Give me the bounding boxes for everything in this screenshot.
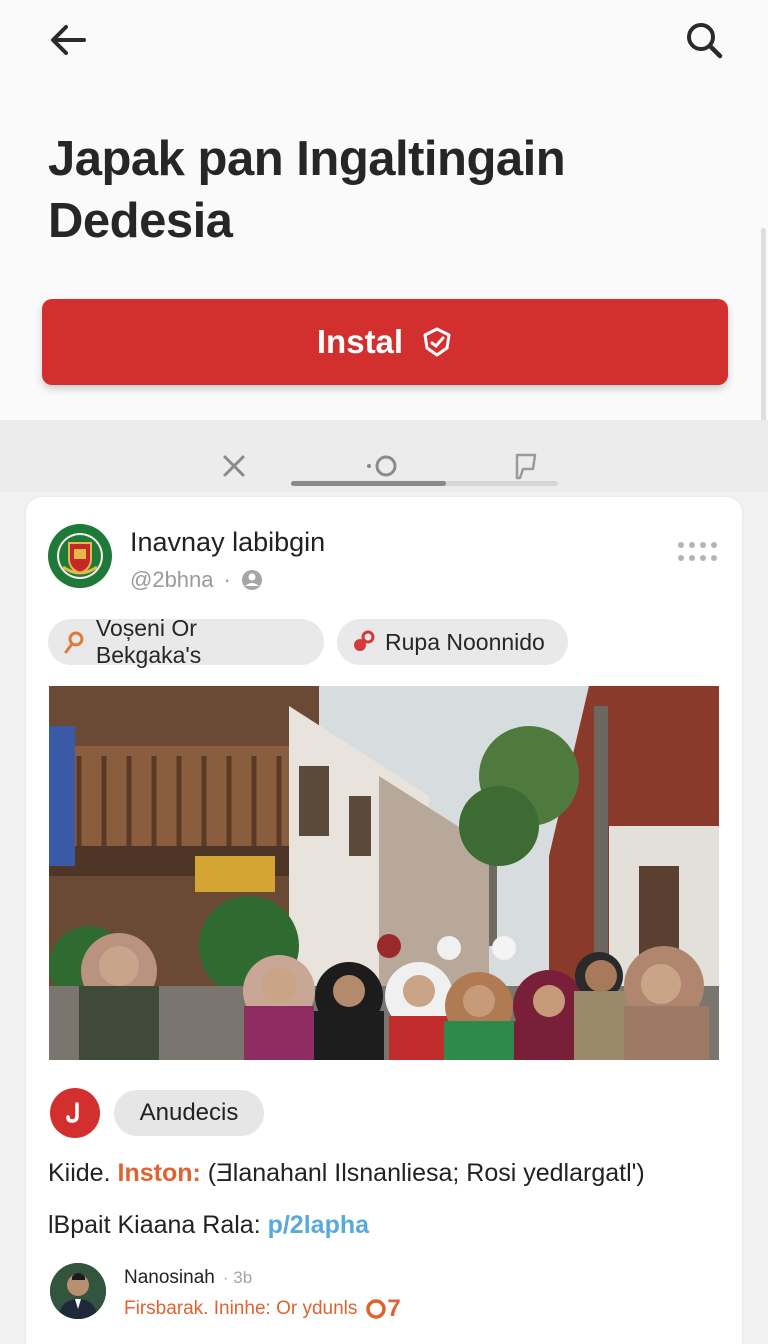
comment-time-value: 3b <box>233 1268 253 1287</box>
tab-circle[interactable] <box>364 446 404 486</box>
commenter-name[interactable]: Nanosinah <box>124 1267 215 1289</box>
community-icon-button[interactable] <box>50 1088 100 1138</box>
link-icon <box>354 630 375 651</box>
comment-text-row: Firsbarak. Ininhe: Or ydunls 7 <box>124 1295 401 1323</box>
hook-down-icon <box>66 1102 79 1123</box>
line1-prefix: Kiide. <box>48 1159 111 1187</box>
arrow-left-icon <box>51 25 86 55</box>
reaction-ring-icon <box>366 1299 387 1319</box>
comment-count[interactable]: 7 <box>365 1295 401 1323</box>
more-dots-icon <box>678 542 717 561</box>
comment-time: · 3b <box>222 1268 253 1287</box>
street-photo-image <box>49 686 719 1060</box>
back-button[interactable] <box>44 16 92 64</box>
emblem-icon <box>57 533 103 579</box>
chip-tag-1[interactable]: Voșeni Or Bekgaka's <box>48 615 324 668</box>
comment-count-value: 7 <box>387 1295 401 1322</box>
comment-text: Firsbarak. Ininhe: Or ydunls <box>124 1298 358 1319</box>
person-photo <box>50 1263 106 1319</box>
post-card[interactable]: Inavnay labibgin @2bhna · Voșeni Or Bekg… <box>26 497 742 1344</box>
chip-label: Voșeni Or Bekgaka's <box>95 615 202 668</box>
chip-label: Rupa Noonnido <box>385 628 545 655</box>
separator-dot: · <box>223 567 231 592</box>
tab-indicator <box>291 481 446 486</box>
close-icon <box>223 455 245 477</box>
handle-text: @2bhna <box>130 567 214 592</box>
search-button[interactable] <box>680 16 728 64</box>
avatar[interactable] <box>48 524 112 588</box>
tab-close[interactable] <box>214 446 254 486</box>
tag-check-icon <box>423 327 451 357</box>
search-icon <box>687 23 723 59</box>
install-button[interactable]: Instal <box>42 299 728 385</box>
bookmark-icon <box>515 453 537 480</box>
more-options-button[interactable] <box>676 539 720 565</box>
circle-icon <box>367 455 397 477</box>
hook-icon <box>64 631 84 654</box>
install-button-label: Instal <box>316 323 404 360</box>
commenter-avatar[interactable] <box>50 1263 106 1319</box>
globe-icon <box>241 570 262 590</box>
author-name[interactable]: Inavnay labibgin <box>130 527 325 558</box>
post-text-line-2: lBpait Kiaana Rala: p/2lapha <box>48 1211 369 1240</box>
line2-link[interactable]: p/2lapha <box>268 1211 369 1239</box>
commenter-name-row: Nanosinah · 3b <box>124 1267 252 1289</box>
top-section: Japak pan Ingaltingain Dedesia Instal <box>0 0 768 420</box>
line1-rest: (Ǝlanahanl Ilsnanliesa; Rosi yedlargatl'… <box>207 1159 645 1187</box>
post-photo[interactable] <box>49 686 719 1060</box>
community-chip[interactable]: Anudecis <box>114 1090 264 1136</box>
chip-tag-2[interactable]: Rupa Noonnido <box>337 619 568 665</box>
line2-prefix: lBpait Kiaana Rala: <box>48 1211 261 1239</box>
post-text-line-1: Kiide. Inston: (Ǝlanahanl Ilsnanliesa; R… <box>48 1159 645 1188</box>
page-title: Japak pan Ingaltingain Dedesia <box>48 132 566 248</box>
tab-bookmark[interactable] <box>506 446 546 486</box>
author-handle: @2bhna · <box>130 567 263 593</box>
line1-highlight[interactable]: Inston: <box>118 1159 201 1187</box>
